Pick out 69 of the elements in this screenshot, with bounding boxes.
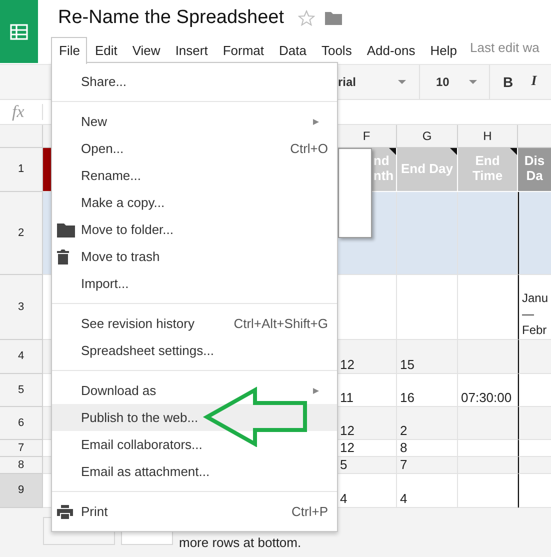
italic-button[interactable]: I: [521, 74, 547, 90]
menu-item[interactable]: Print Ctrl+P: [52, 498, 337, 525]
spreadsheet-logo-icon[interactable]: [10, 24, 28, 40]
menu-item[interactable]: Email as attachment...: [52, 458, 337, 485]
folder-icon[interactable]: [325, 11, 342, 25]
menu-bar-item[interactable]: File: [51, 37, 87, 64]
menu-item[interactable]: Publish to the web...: [52, 404, 337, 431]
row-header[interactable]: 5: [0, 374, 43, 407]
menu-bar-item[interactable]: Data: [271, 37, 314, 62]
table-cell: 5: [337, 457, 397, 474]
menu-item[interactable]: See revision history Ctrl+Alt+Shift+G: [52, 310, 337, 337]
last-edit-text[interactable]: Last edit wa: [464, 40, 540, 62]
row-header[interactable]: 1: [0, 148, 43, 192]
table-cell: 12: [337, 407, 397, 440]
column-header[interactable]: G: [397, 125, 458, 148]
menu-bar-item[interactable]: Add-ons: [358, 37, 422, 62]
row-header[interactable]: 9: [0, 474, 43, 508]
row-header[interactable]: 7: [0, 440, 43, 457]
menu-bar-item[interactable]: Help: [422, 37, 464, 62]
trash-icon: [57, 249, 69, 264]
table-cell: [518, 457, 551, 474]
folder-icon: [57, 222, 75, 237]
menu-bar-item[interactable]: View: [124, 37, 168, 62]
shortcut-text: Ctrl+P: [292, 504, 328, 519]
shortcut-text: Ctrl+Alt+Shift+G: [234, 316, 328, 331]
document-title[interactable]: Re-Name the Spreadsheet: [58, 7, 284, 29]
column-header[interactable]: [518, 125, 551, 148]
menu-item[interactable]: Move to folder...: [52, 216, 337, 243]
menu-item[interactable]: Email collaborators...: [52, 431, 337, 458]
menu-bar-item[interactable]: Insert: [167, 37, 215, 62]
table-cell: 12: [337, 340, 397, 374]
table-cell: [518, 407, 551, 440]
table-cell: [458, 407, 518, 440]
row-header[interactable]: 6: [0, 407, 43, 440]
function-icon: fx: [0, 102, 42, 122]
menu-item[interactable]: Spreadsheet settings...: [52, 337, 337, 364]
menu-item[interactable]: Rename...: [52, 162, 337, 189]
row-header[interactable]: 8: [0, 457, 43, 474]
menu-bar-item[interactable]: Tools: [313, 37, 359, 62]
menu-item[interactable]: Make a copy...: [52, 189, 337, 216]
menu-bar-item[interactable]: Edit: [86, 37, 124, 62]
column-header[interactable]: H: [458, 125, 518, 148]
table-cell: [518, 340, 551, 374]
caret-icon: [398, 80, 406, 84]
column-header[interactable]: F: [337, 125, 397, 148]
table-cell: [458, 340, 518, 374]
menu-item[interactable]: Download as: [52, 377, 337, 404]
row-header[interactable]: 2: [0, 192, 43, 275]
table-cell: 15: [397, 340, 458, 374]
menu-item[interactable]: Import...: [52, 270, 337, 297]
shortcut-text: Ctrl+O: [290, 141, 328, 156]
table-cell: [458, 457, 518, 474]
table-cell: 2: [397, 407, 458, 440]
menu-item[interactable]: Share...: [52, 68, 337, 95]
star-icon[interactable]: [298, 10, 316, 26]
bold-button[interactable]: B: [495, 74, 521, 90]
table-cell: 7: [397, 457, 458, 474]
row-header[interactable]: 4: [0, 340, 43, 374]
font-size-dropdown[interactable]: 10: [420, 65, 490, 99]
menu-item[interactable]: New: [52, 108, 337, 135]
caret-icon: [469, 80, 477, 84]
corner-cell[interactable]: [0, 125, 43, 148]
more-rows-label: more rows at bottom.: [179, 534, 302, 550]
menu-item[interactable]: Open... Ctrl+O: [52, 135, 337, 162]
header-text: Dis Da: [523, 154, 546, 184]
printer-icon: [57, 504, 73, 518]
row-header[interactable]: 3: [0, 275, 43, 340]
menu-item[interactable]: Move to trash: [52, 243, 337, 270]
menu-bar-item[interactable]: Format: [214, 37, 271, 62]
